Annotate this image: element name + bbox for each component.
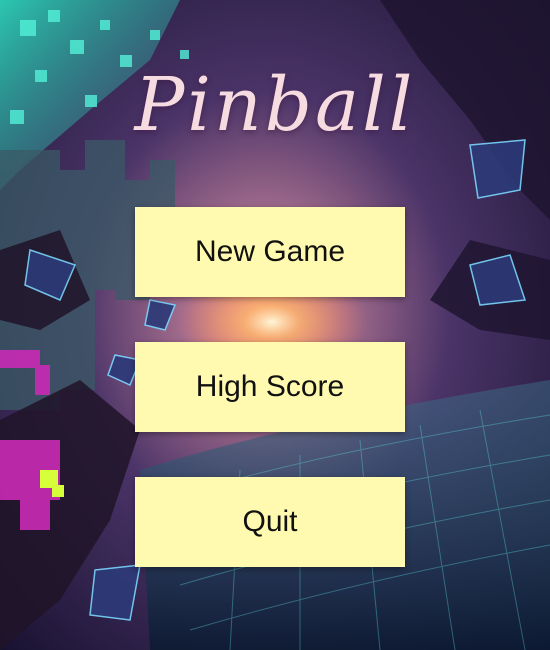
game-title: Pinball: [134, 62, 416, 148]
quit-button[interactable]: Quit: [135, 477, 405, 567]
new-game-button[interactable]: New Game: [135, 207, 405, 297]
high-score-button[interactable]: High Score: [135, 342, 405, 432]
